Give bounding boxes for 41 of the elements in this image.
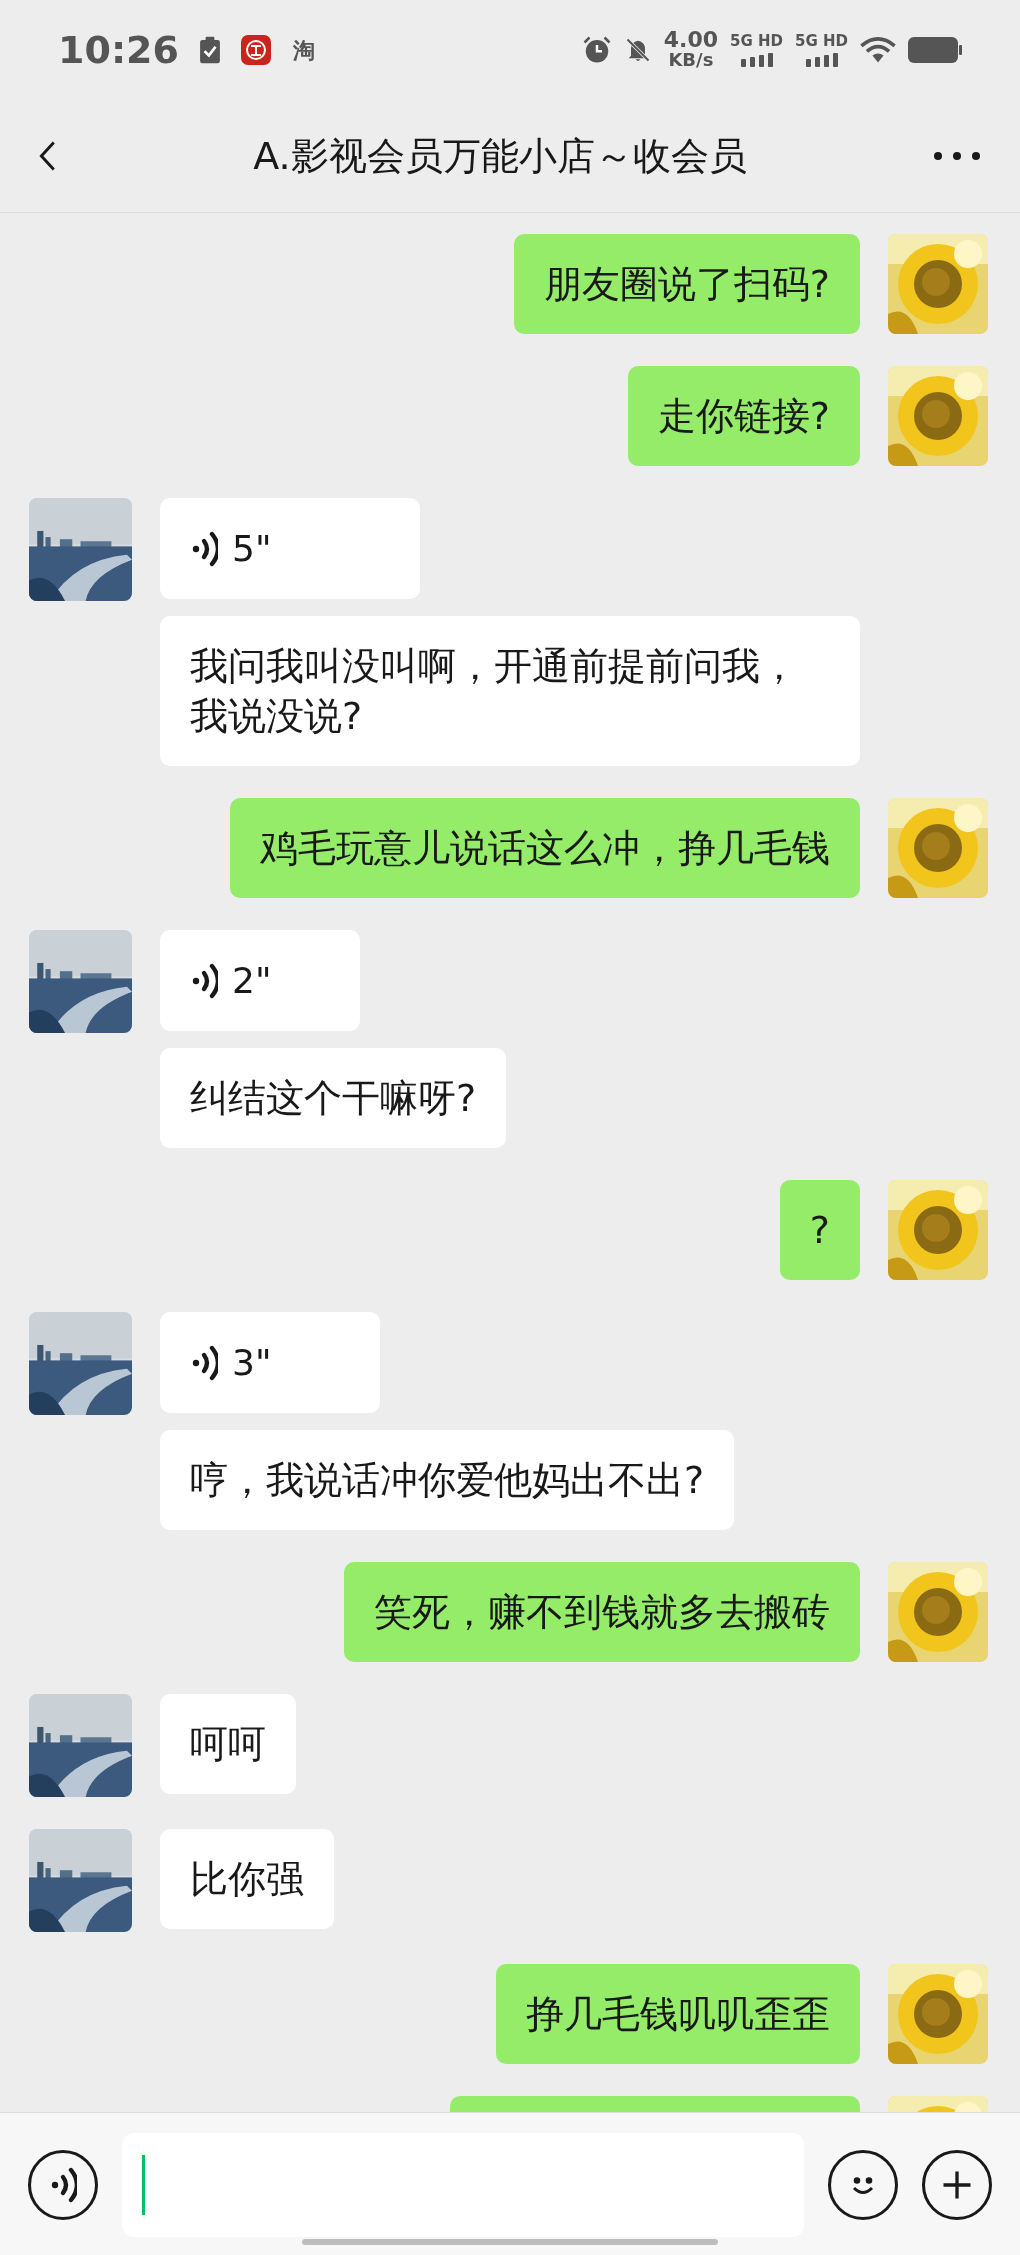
more-icon xyxy=(932,151,982,161)
voice-icon xyxy=(190,962,218,999)
message-bubble: 纠结这个干嘛呀? xyxy=(160,1048,507,1148)
signal-icon xyxy=(739,53,774,67)
network-type: 5G HD xyxy=(730,33,783,49)
chat-title: A.影视会员万能小店～收会员 xyxy=(252,132,748,180)
network-type: 5G HD xyxy=(795,33,848,49)
voice-icon xyxy=(190,530,218,567)
app-icon xyxy=(240,35,271,65)
back-icon xyxy=(38,139,56,173)
voice-message[interactable]: 3" xyxy=(160,1312,380,1413)
voice-duration: 5" xyxy=(232,526,272,571)
speed-unit: KB/s xyxy=(668,50,714,70)
message-bubble: 鸡毛玩意儿说话这么冲，挣几毛钱 xyxy=(230,798,860,898)
alarm-icon xyxy=(581,35,612,65)
voice-input-button[interactable] xyxy=(28,2150,98,2220)
voice-icon xyxy=(190,1344,218,1381)
clipboard-check-icon xyxy=(198,36,221,64)
status-time: 10:26 xyxy=(58,26,179,74)
signal-icon xyxy=(804,53,839,67)
message-bubble: ? xyxy=(779,1180,860,1280)
voice-duration: 3" xyxy=(232,1340,272,1385)
emoji-button[interactable] xyxy=(828,2150,898,2220)
message-bubble: 哼，我说话冲你爱他妈出不出? xyxy=(160,1430,735,1530)
network-speed: 4.00 xyxy=(663,30,719,50)
message-input-field[interactable] xyxy=(122,2133,804,2237)
battery-icon xyxy=(908,37,962,63)
message-bubble: 走你链接? xyxy=(627,366,860,466)
message-bubble: 呵呵 xyxy=(160,1694,296,1794)
message-bubble: 比你强 xyxy=(160,1829,334,1929)
message-bubble: 笑死，赚不到钱就多去搬砖 xyxy=(344,1562,860,1662)
voice-icon xyxy=(49,2167,77,2203)
wifi-icon xyxy=(860,36,896,64)
app-label: 淘 xyxy=(292,36,315,65)
voice-message[interactable]: 2" xyxy=(160,930,360,1031)
plus-button[interactable] xyxy=(922,2150,992,2220)
message-bubble: 我问我叫没叫啊，开通前提前问我，我说没说? xyxy=(160,616,860,766)
message-bubble: 朋友圈说了扫码? xyxy=(513,234,860,334)
message-bubble: 挣几毛钱叽叽歪歪 xyxy=(496,1964,860,2064)
voice-duration: 2" xyxy=(232,958,272,1003)
voice-message[interactable]: 5" xyxy=(160,498,420,599)
